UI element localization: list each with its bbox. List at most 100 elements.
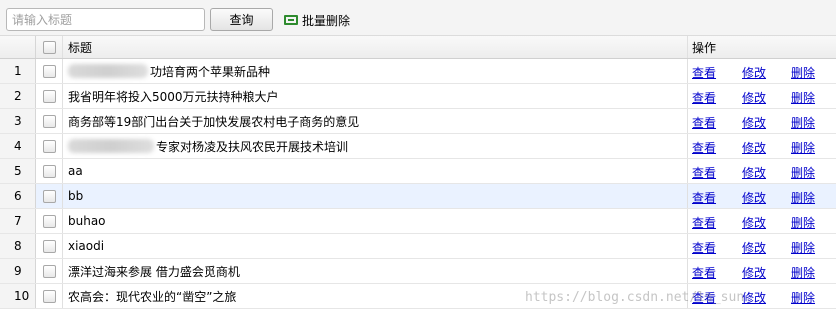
row-checkbox[interactable] [42, 239, 56, 253]
delete-link[interactable]: 删除 [791, 139, 815, 156]
row-checkbox-cell [36, 184, 63, 208]
edit-link[interactable]: 修改 [742, 264, 766, 281]
edit-link[interactable]: 修改 [742, 114, 766, 131]
delete-link[interactable]: 删除 [791, 289, 815, 306]
row-checkbox[interactable] [42, 139, 56, 153]
row-actions: 查看 修改 删除 [688, 84, 836, 108]
row-title: buhao [68, 214, 106, 228]
table-row[interactable]: 3 商务部等19部门出台关于加快发展农村电子商务的意见 查看 修改 删除 [0, 109, 836, 134]
row-title-cell: bb [64, 184, 688, 208]
row-checkbox[interactable] [42, 264, 56, 278]
edit-link[interactable]: 修改 [742, 289, 766, 306]
minus-square-icon [284, 15, 298, 25]
search-input[interactable] [6, 8, 205, 31]
delete-link[interactable]: 删除 [791, 114, 815, 131]
row-number: 8 [0, 234, 36, 258]
row-checkbox-cell [36, 134, 63, 158]
delete-link[interactable]: 删除 [791, 264, 815, 281]
row-number: 2 [0, 84, 36, 108]
table-row[interactable]: 2 我省明年将投入5000万元扶持种粮大户 查看 修改 删除 [0, 84, 836, 109]
row-actions: 查看 修改 删除 [688, 59, 836, 83]
row-checkbox-cell [36, 84, 63, 108]
batch-delete-button[interactable]: 批量删除 [284, 10, 350, 30]
row-title: 专家对杨凌及扶风农民开展技术培训 [156, 139, 349, 154]
toolbar: 查询 批量删除 [0, 0, 836, 36]
view-link[interactable]: 查看 [692, 114, 716, 131]
row-title: aa [68, 164, 83, 178]
row-checkbox-cell [36, 259, 63, 283]
row-title-cell: aa [64, 159, 688, 183]
edit-link[interactable]: 修改 [742, 164, 766, 181]
edit-link[interactable]: 修改 [742, 139, 766, 156]
row-title: xiaodi [68, 239, 105, 253]
table-row[interactable]: 8 xiaodi 查看 修改 删除 [0, 234, 836, 259]
row-checkbox[interactable] [42, 214, 56, 228]
row-title: 漂洋过海来参展 借力盛会觅商机 [68, 264, 240, 279]
row-title-cell: 专家对杨凌及扶风农民开展技术培训 [64, 134, 688, 158]
delete-link[interactable]: 删除 [791, 239, 815, 256]
row-checkbox[interactable] [42, 114, 56, 128]
redacted-text [68, 139, 154, 153]
view-link[interactable]: 查看 [692, 189, 716, 206]
search-button[interactable]: 查询 [210, 8, 273, 31]
table-row[interactable]: 7 buhao 查看 修改 删除 [0, 209, 836, 234]
row-title-cell: 农高会：现代农业的“凿空”之旅 [64, 284, 688, 308]
view-link[interactable]: 查看 [692, 89, 716, 106]
table-row[interactable]: 9 漂洋过海来参展 借力盛会觅商机 查看 修改 删除 [0, 259, 836, 284]
row-checkbox-cell [36, 234, 63, 258]
data-grid: 标题 操作 1 功培育两个苹果新品种 查看 修改 删除 2 我省明年将投入5000万元扶持种… [0, 36, 836, 309]
edit-link[interactable]: 修改 [742, 239, 766, 256]
row-checkbox[interactable] [42, 289, 56, 303]
row-number: 4 [0, 134, 36, 158]
row-title: 功培育两个苹果新品种 [150, 64, 271, 79]
row-checkbox[interactable] [42, 189, 56, 203]
row-checkbox[interactable] [42, 164, 56, 178]
table-row[interactable]: 6 bb 查看 修改 删除 [0, 184, 836, 209]
title-column-header[interactable]: 标题 [64, 36, 688, 58]
grid-header: 标题 操作 [0, 36, 836, 59]
table-row[interactable]: 4 专家对杨凌及扶风农民开展技术培训 查看 修改 删除 [0, 134, 836, 159]
row-actions: 查看 修改 删除 [688, 134, 836, 158]
view-link[interactable]: 查看 [692, 289, 716, 306]
row-checkbox-cell [36, 209, 63, 233]
delete-link[interactable]: 删除 [791, 164, 815, 181]
edit-link[interactable]: 修改 [742, 64, 766, 81]
actions-column-header: 操作 [692, 40, 717, 55]
delete-link[interactable]: 删除 [791, 189, 815, 206]
view-link[interactable]: 查看 [692, 214, 716, 231]
row-title: 我省明年将投入5000万元扶持种粮大户 [68, 89, 279, 104]
row-checkbox-cell [36, 109, 63, 133]
row-actions: 查看 修改 删除 [688, 184, 836, 208]
row-title-cell: buhao [64, 209, 688, 233]
row-actions: 查看 修改 删除 [688, 234, 836, 258]
view-link[interactable]: 查看 [692, 64, 716, 81]
view-link[interactable]: 查看 [692, 164, 716, 181]
delete-link[interactable]: 删除 [791, 64, 815, 81]
select-all-cell [36, 36, 63, 58]
row-title: 商务部等19部门出台关于加快发展农村电子商务的意见 [68, 114, 360, 129]
delete-link[interactable]: 删除 [791, 89, 815, 106]
row-checkbox[interactable] [42, 89, 56, 103]
row-title-cell: xiaodi [64, 234, 688, 258]
row-checkbox-cell [36, 284, 63, 308]
row-actions: 查看 修改 删除 [688, 284, 836, 308]
table-row[interactable]: 5 aa 查看 修改 删除 [0, 159, 836, 184]
edit-link[interactable]: 修改 [742, 189, 766, 206]
row-checkbox-cell [36, 159, 63, 183]
edit-link[interactable]: 修改 [742, 89, 766, 106]
row-title-cell: 商务部等19部门出台关于加快发展农村电子商务的意见 [64, 109, 688, 133]
row-actions: 查看 修改 删除 [688, 109, 836, 133]
row-title: 农高会：现代农业的“凿空”之旅 [68, 289, 237, 304]
row-actions: 查看 修改 删除 [688, 259, 836, 283]
table-row[interactable]: 1 功培育两个苹果新品种 查看 修改 删除 [0, 59, 836, 84]
select-all-checkbox[interactable] [42, 40, 56, 54]
row-title-cell: 我省明年将投入5000万元扶持种粮大户 [64, 84, 688, 108]
table-row[interactable]: 10 农高会：现代农业的“凿空”之旅 查看 修改 删除 [0, 284, 836, 309]
delete-link[interactable]: 删除 [791, 214, 815, 231]
view-link[interactable]: 查看 [692, 239, 716, 256]
view-link[interactable]: 查看 [692, 139, 716, 156]
edit-link[interactable]: 修改 [742, 214, 766, 231]
row-checkbox[interactable] [42, 64, 56, 78]
view-link[interactable]: 查看 [692, 264, 716, 281]
redacted-text [68, 64, 148, 78]
